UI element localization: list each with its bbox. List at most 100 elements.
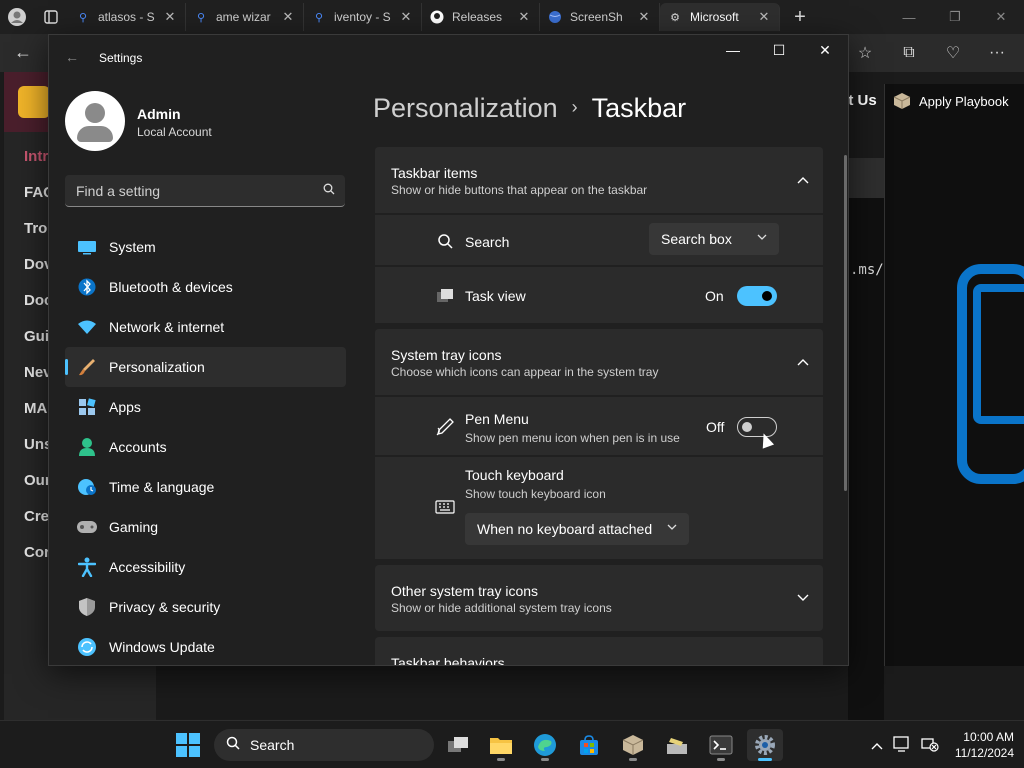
- background-nav-item[interactable]: Cor: [24, 544, 50, 561]
- nav-item-label: Personalization: [109, 359, 205, 375]
- task-view-button[interactable]: [440, 729, 476, 761]
- taskbar-search[interactable]: Search: [214, 729, 434, 761]
- restore-icon[interactable]: ❐: [932, 0, 978, 34]
- back-arrow-icon[interactable]: ←: [14, 42, 32, 63]
- favorites-icon[interactable]: ☆: [846, 42, 884, 64]
- task-view-row: Task view On: [375, 265, 823, 323]
- section-subtitle: Choose which icons can appear in the sys…: [391, 365, 659, 379]
- find-setting-input[interactable]: Find a setting: [65, 175, 345, 207]
- display-icon[interactable]: [893, 735, 911, 755]
- tab-actions-icon[interactable]: [34, 0, 68, 34]
- terminal-icon: [709, 735, 733, 755]
- background-nav-item[interactable]: Tro: [24, 220, 47, 237]
- background-nav-item[interactable]: Cre: [24, 508, 49, 525]
- find-setting-placeholder: Find a setting: [76, 183, 161, 199]
- nav-item-label: Accessibility: [109, 559, 186, 575]
- system-tray-header[interactable]: System tray icons Choose which icons can…: [375, 329, 823, 395]
- chevron-down-icon[interactable]: [797, 589, 809, 605]
- taskbar-behaviors-card[interactable]: Taskbar behaviors: [375, 637, 823, 665]
- store-button[interactable]: [571, 729, 607, 761]
- nav-item-label: Windows Update: [109, 639, 215, 655]
- edge-button[interactable]: [527, 729, 563, 761]
- close-tab-icon[interactable]: ✕: [637, 9, 651, 25]
- start-button[interactable]: [176, 733, 200, 757]
- browser-tab-strip: ⚲ atlasos - S ✕ ⚲ ame wizar ✕ ⚲ iventoy …: [0, 0, 1024, 34]
- search-setting-row: Search Search box: [375, 213, 823, 265]
- task-view-toggle[interactable]: [737, 286, 777, 306]
- settings-taskbar-button[interactable]: [747, 729, 783, 761]
- nav-item-system[interactable]: System: [65, 227, 346, 267]
- background-nav-item[interactable]: Gui: [24, 328, 49, 345]
- running-indicator: [758, 758, 772, 761]
- browser-tab[interactable]: ⚲ ame wizar ✕: [186, 3, 304, 31]
- nav-item-label: Privacy & security: [109, 599, 221, 615]
- pen-menu-toggle[interactable]: [737, 417, 777, 437]
- close-tab-icon[interactable]: ✕: [399, 9, 413, 25]
- nav-item-time-language[interactable]: Time & language: [65, 467, 346, 507]
- search-icon: ⚲: [196, 11, 206, 24]
- store-icon: [580, 735, 598, 755]
- terminal-button[interactable]: [703, 729, 739, 761]
- settings-window: ← Settings — ☐ ✕ Admin Local Account Fin…: [48, 34, 849, 666]
- other-tray-card[interactable]: Other system tray icons Show or hide add…: [375, 565, 823, 631]
- windows-logo-icon: [189, 733, 200, 744]
- more-menu-icon[interactable]: ···: [978, 42, 1016, 64]
- chevron-up-icon[interactable]: [797, 171, 809, 187]
- package-icon: [622, 735, 644, 755]
- close-tab-icon[interactable]: ✕: [281, 9, 295, 25]
- clock[interactable]: 10:00 AM 11/12/2024: [955, 729, 1014, 761]
- minimize-icon[interactable]: —: [886, 0, 932, 34]
- nav-item-bluetooth[interactable]: Bluetooth & devices: [65, 267, 346, 307]
- dropdown-value: Search box: [661, 231, 732, 247]
- profile-avatar[interactable]: [0, 0, 34, 34]
- touch-keyboard-dropdown[interactable]: When no keyboard attached: [465, 513, 689, 545]
- nav-item-label: Apps: [109, 399, 141, 415]
- file-explorer-button[interactable]: [483, 729, 519, 761]
- scrollbar[interactable]: [844, 155, 847, 491]
- chevron-up-icon[interactable]: [797, 353, 809, 369]
- settings-main-content: Personalization › Taskbar Taskbar items Sh…: [373, 35, 848, 665]
- globe-icon: [548, 10, 562, 24]
- nav-item-accessibility[interactable]: Accessibility: [65, 547, 346, 587]
- background-nav-item[interactable]: MA: [24, 400, 47, 417]
- close-icon[interactable]: ✕: [978, 0, 1024, 34]
- package-app-button[interactable]: [615, 729, 651, 761]
- browser-tab-active[interactable]: ⚙ Microsoft ✕: [660, 3, 780, 31]
- nav-item-apps[interactable]: Apps: [65, 387, 346, 427]
- background-nav-item[interactable]: Our: [24, 472, 51, 489]
- nav-item-windows-update[interactable]: Windows Update: [65, 627, 346, 665]
- close-tab-icon[interactable]: ✕: [163, 9, 177, 25]
- nav-item-label: Network & internet: [109, 319, 225, 335]
- close-tab-icon[interactable]: ✕: [517, 9, 531, 25]
- back-arrow-icon[interactable]: ←: [65, 49, 79, 65]
- browser-tab[interactable]: ⚲ atlasos - S ✕: [68, 3, 186, 31]
- close-tab-icon[interactable]: ✕: [757, 9, 771, 25]
- network-disconnected-icon[interactable]: [921, 736, 939, 755]
- browser-tab[interactable]: ⚲ iventoy - S ✕: [304, 3, 422, 31]
- browser-tab[interactable]: ScreenSh ✕: [540, 3, 660, 31]
- browser-tab-label: Releases: [452, 10, 503, 24]
- installer-app-button[interactable]: [659, 729, 695, 761]
- nav-item-gaming[interactable]: Gaming: [65, 507, 346, 547]
- nav-item-privacy[interactable]: Privacy & security: [65, 587, 346, 627]
- new-tab-button[interactable]: +: [780, 6, 820, 29]
- nav-item-network[interactable]: Network & internet: [65, 307, 346, 347]
- account-type: Local Account: [137, 125, 212, 139]
- pen-menu-row: Pen Menu Show pen menu icon when pen is …: [375, 395, 823, 455]
- taskbar-items-header[interactable]: Taskbar items Show or hide buttons that …: [375, 147, 823, 213]
- search-icon: [323, 183, 335, 198]
- taskbar-search-label: Search: [250, 737, 295, 753]
- collections-icon[interactable]: ⧉: [890, 42, 928, 64]
- chevron-up-icon[interactable]: [871, 737, 883, 753]
- search-mode-dropdown[interactable]: Search box: [649, 223, 779, 255]
- performance-icon[interactable]: ♡: [934, 42, 972, 64]
- breadcrumb-parent[interactable]: Personalization: [373, 93, 558, 123]
- toggle-state-label: Off: [706, 419, 725, 435]
- nav-item-accounts[interactable]: Accounts: [65, 427, 346, 467]
- user-avatar[interactable]: [65, 91, 125, 151]
- windows-logo-icon: [189, 746, 200, 757]
- playbook-title: Apply Playbook: [893, 92, 1009, 110]
- browser-tab[interactable]: Releases ✕: [422, 3, 540, 31]
- nav-item-personalization[interactable]: Personalization: [65, 347, 346, 387]
- section-title: Taskbar items: [391, 165, 478, 181]
